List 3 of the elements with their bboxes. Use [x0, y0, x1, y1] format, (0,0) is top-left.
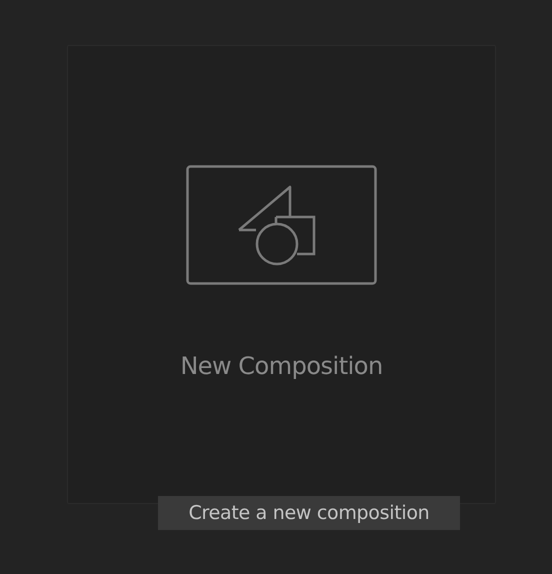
tooltip: Create a new composition	[158, 496, 460, 530]
new-composition-button[interactable]: New Composition	[67, 45, 496, 504]
shapes-icon	[186, 165, 377, 285]
